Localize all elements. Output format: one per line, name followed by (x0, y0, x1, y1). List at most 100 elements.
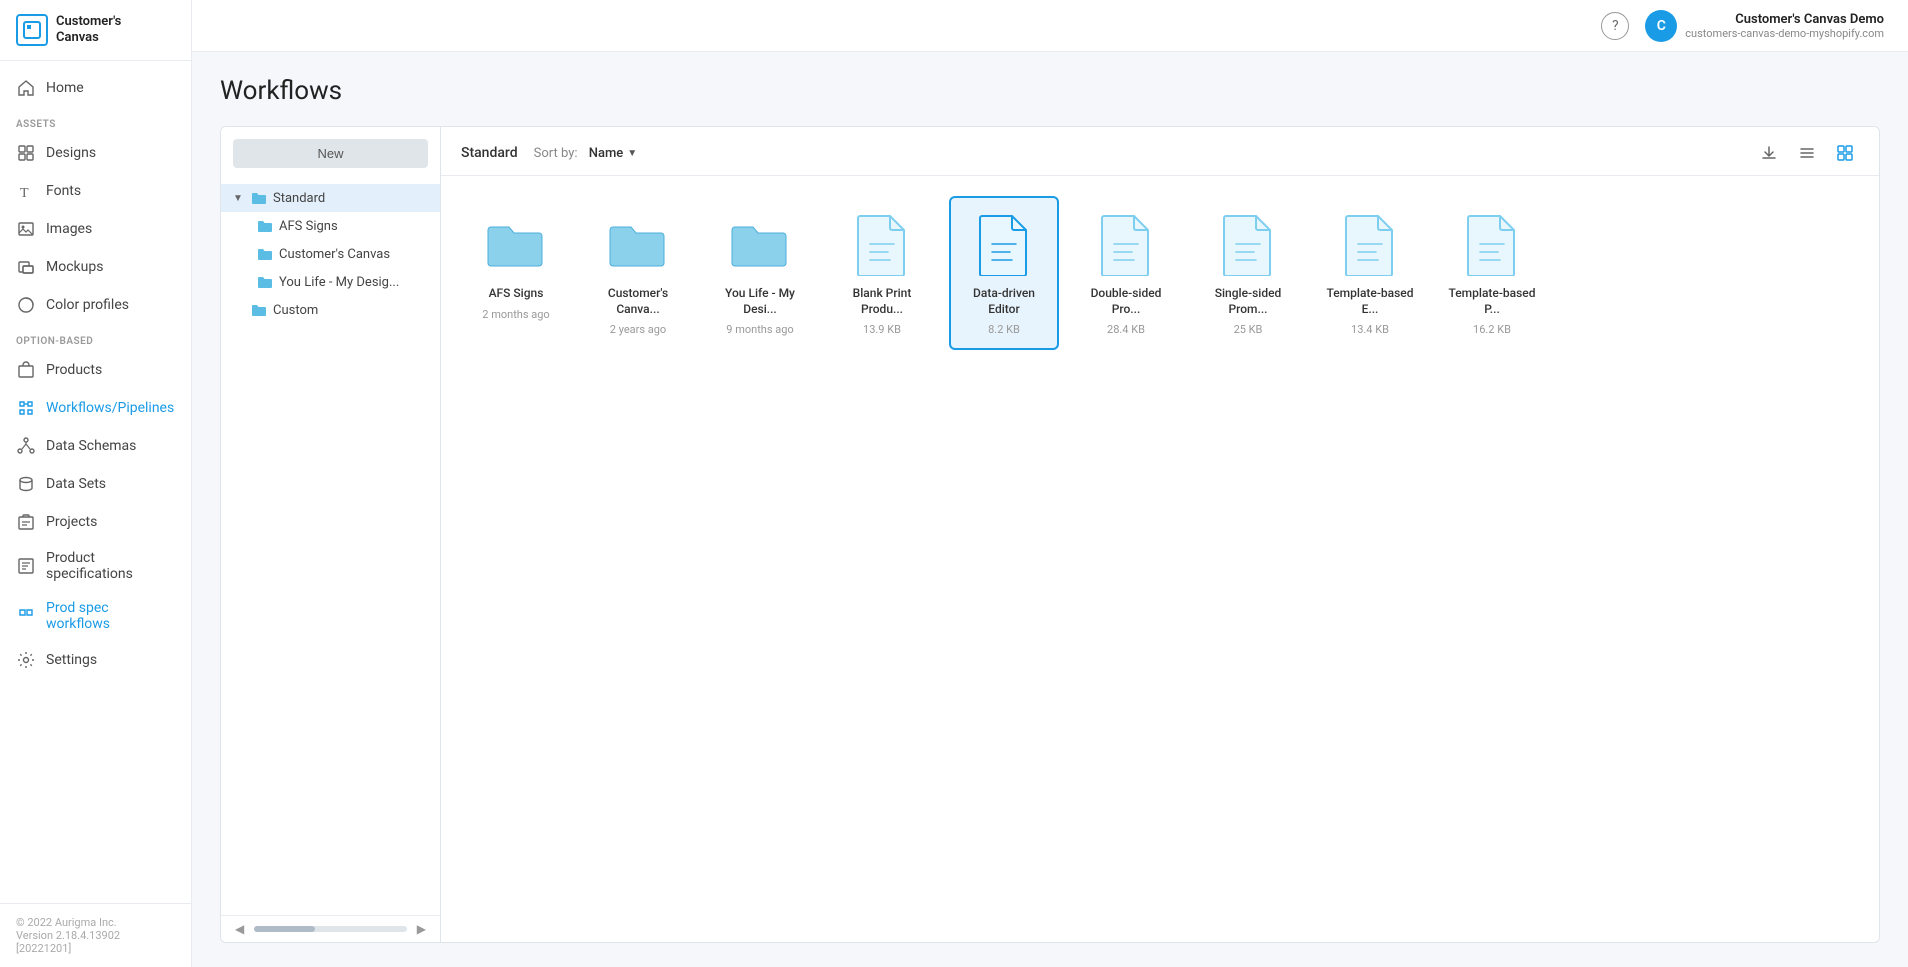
file-name: Data-driven Editor (959, 286, 1049, 317)
file-item-you-life[interactable]: You Life - My Desi... 9 months ago (705, 196, 815, 350)
designs-icon (16, 143, 36, 163)
workflows-icon (16, 398, 36, 418)
folder-icon-wrap (608, 210, 668, 280)
file-meta: 25 KB (1234, 323, 1263, 336)
file-item-afs-signs[interactable]: AFS Signs 2 months ago (461, 196, 571, 350)
files-header-left: Standard Sort by: Name ▼ (461, 145, 637, 161)
sidebar-item-mockups[interactable]: Mockups (0, 248, 191, 286)
sidebar-item-home[interactable]: Home (0, 69, 191, 107)
folder-icon-wrap (730, 210, 790, 280)
tree-item-customers-canvas[interactable]: Customer's Canvas (221, 240, 440, 268)
sidebar-item-images[interactable]: Images (0, 210, 191, 248)
logo-icon (16, 14, 48, 46)
scroll-left-arrow[interactable]: ◀ (229, 920, 250, 938)
page-title: Workflows (220, 76, 1880, 106)
sidebar-item-workflows[interactable]: Workflows/Pipelines (0, 389, 191, 427)
files-header: Standard Sort by: Name ▼ (441, 127, 1879, 176)
file-icon-wrap (1462, 210, 1522, 280)
tree-item-custom[interactable]: ▶ Custom (221, 296, 440, 324)
file-icon-wrap (1340, 210, 1400, 280)
folder-icon (251, 302, 267, 318)
chevron-down-icon: ▼ (233, 193, 245, 204)
download-button[interactable] (1755, 139, 1783, 167)
sidebar-item-prod-spec-workflows[interactable]: Prod spec workflows (0, 591, 191, 641)
sidebar: Customer's Canvas Home ASSETS Designs T … (0, 0, 192, 967)
content-area: Workflows New ▼ Standard (192, 52, 1908, 967)
topbar: ? C Customer's Canvas Demo customers-can… (192, 0, 1908, 52)
file-meta: 2 years ago (610, 323, 666, 336)
sidebar-nav: Home ASSETS Designs T Fonts Images M (0, 61, 191, 903)
sidebar-item-projects[interactable]: Projects (0, 503, 191, 541)
file-item-blank-print[interactable]: Blank Print Produ... 13.9 KB (827, 196, 937, 350)
file-icon-wrap (1096, 210, 1156, 280)
file-icon-wrap (852, 210, 912, 280)
sidebar-item-data-sets[interactable]: Data Sets (0, 465, 191, 503)
tree-item-standard[interactable]: ▼ Standard (221, 184, 440, 212)
scroll-thumb (254, 926, 315, 932)
mockups-icon (16, 257, 36, 277)
files-panel: Standard Sort by: Name ▼ (441, 127, 1879, 942)
tree-item-you-life[interactable]: You Life - My Desig... (221, 268, 440, 296)
file-icon-wrap (1218, 210, 1278, 280)
file-item-single-sided[interactable]: Single-sided Prom... 25 KB (1193, 196, 1303, 350)
new-button[interactable]: New (233, 139, 428, 168)
scroll-track[interactable] (254, 926, 407, 932)
file-item-customers-canvas[interactable]: Customer's Canva... 2 years ago (583, 196, 693, 350)
sidebar-item-designs[interactable]: Designs (0, 134, 191, 172)
files-grid: AFS Signs 2 months ago Customer's Canva.… (441, 176, 1879, 942)
sidebar-item-fonts[interactable]: T Fonts (0, 172, 191, 210)
sidebar-item-settings[interactable]: Settings (0, 641, 191, 679)
file-item-double-sided[interactable]: Double-sided Pro... 28.4 KB (1071, 196, 1181, 350)
file-item-template-p[interactable]: Template-based P... 16.2 KB (1437, 196, 1547, 350)
prod-spec-workflows-icon (16, 606, 36, 626)
sidebar-item-data-schemas[interactable]: Data Schemas (0, 427, 191, 465)
fonts-icon: T (16, 181, 36, 201)
list-view-button[interactable] (1793, 139, 1821, 167)
help-button[interactable]: ? (1601, 12, 1629, 40)
user-info: Customer's Canvas Demo customers-canvas-… (1685, 12, 1884, 40)
sidebar-item-products[interactable]: Products (0, 351, 191, 389)
color-profiles-icon (16, 295, 36, 315)
tree-panel: New ▼ Standard AF (221, 127, 441, 942)
logo[interactable]: Customer's Canvas (0, 0, 191, 61)
folder-icon-wrap (486, 210, 546, 280)
scroll-right-arrow[interactable]: ▶ (411, 920, 432, 938)
images-icon (16, 219, 36, 239)
file-meta: 16.2 KB (1473, 323, 1511, 336)
folder-icon (257, 218, 273, 234)
tree-item-afs-signs[interactable]: AFS Signs (221, 212, 440, 240)
file-item-data-driven[interactable]: Data-driven Editor 8.2 KB (949, 196, 1059, 350)
file-name: Template-based E... (1325, 286, 1415, 317)
sort-control[interactable]: Sort by: Name ▼ (534, 146, 638, 161)
file-name: Double-sided Pro... (1081, 286, 1171, 317)
settings-icon (16, 650, 36, 670)
file-meta: 8.2 KB (988, 323, 1020, 336)
file-meta: 28.4 KB (1107, 323, 1145, 336)
file-meta: 9 months ago (726, 323, 793, 336)
user-menu[interactable]: C Customer's Canvas Demo customers-canva… (1645, 10, 1884, 42)
file-name: Single-sided Prom... (1203, 286, 1293, 317)
tree-scroll-area: ◀ ▶ (221, 915, 440, 942)
sort-chevron-icon: ▼ (627, 148, 637, 159)
folder-icon (251, 190, 267, 206)
files-toolbar (1755, 139, 1859, 167)
file-name: AFS Signs (489, 286, 544, 302)
products-icon (16, 360, 36, 380)
file-name: Blank Print Produ... (837, 286, 927, 317)
breadcrumb: Standard (461, 145, 518, 161)
grid-view-button[interactable] (1831, 139, 1859, 167)
sidebar-item-product-specifications[interactable]: Product specifications (0, 541, 191, 591)
sidebar-item-color-profiles[interactable]: Color profiles (0, 286, 191, 324)
folder-icon (257, 274, 273, 290)
file-icon-wrap (974, 210, 1034, 280)
workflows-panel: New ▼ Standard AF (220, 126, 1880, 943)
file-item-template-e[interactable]: Template-based E... 13.4 KB (1315, 196, 1425, 350)
file-meta: 13.4 KB (1351, 323, 1389, 336)
tree-items: ▼ Standard AFS Signs (221, 180, 440, 915)
projects-icon (16, 512, 36, 532)
file-meta: 13.9 KB (863, 323, 901, 336)
assets-section-label: ASSETS (0, 107, 191, 134)
sidebar-footer: © 2022 Aurigma Inc. Version 2.18.4.13902… (0, 903, 191, 967)
main-content: ? C Customer's Canvas Demo customers-can… (192, 0, 1908, 967)
file-meta: 2 months ago (482, 308, 549, 321)
